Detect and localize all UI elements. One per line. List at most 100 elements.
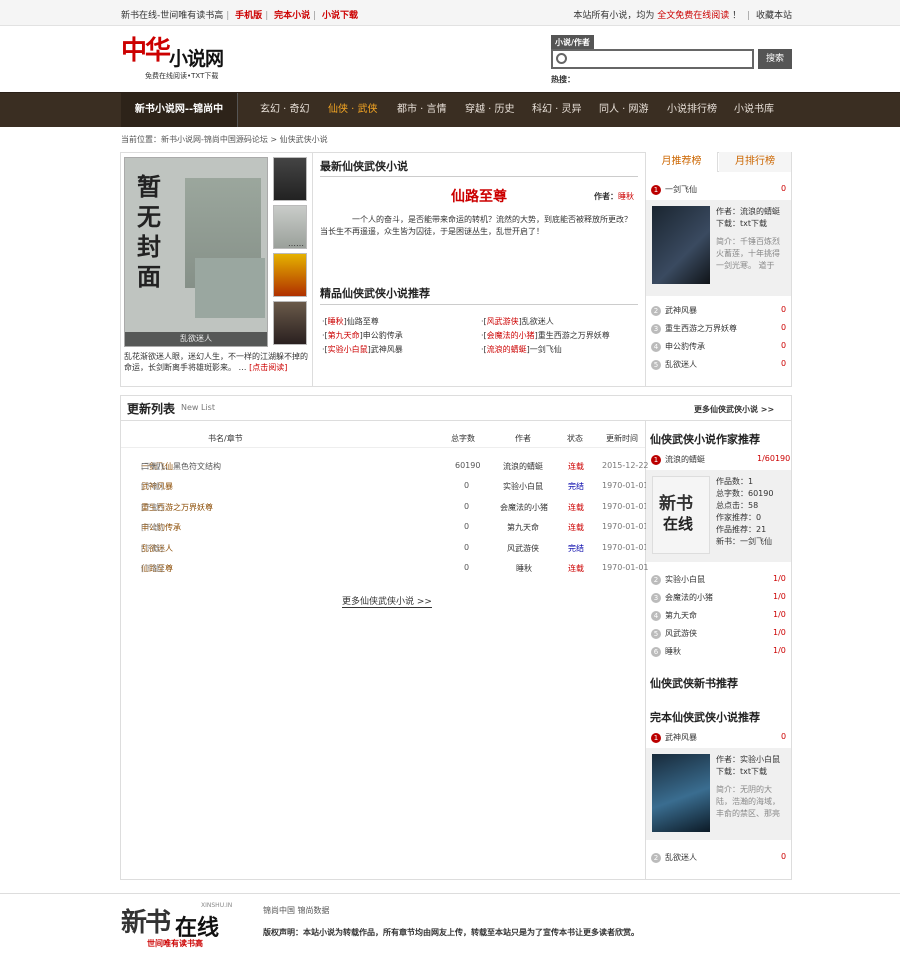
pick-item[interactable]: ·[实验小白鼠]武神风暴 (322, 344, 403, 355)
featured-cover[interactable]: 暂无封面 乱欲迷人 (124, 157, 268, 347)
search-tab[interactable]: 小说/作者 (551, 35, 594, 50)
footer-links[interactable]: 锦尚中国 锦尚数据 (263, 905, 330, 916)
latest-book-author: 作者：睡秋 (594, 192, 634, 201)
complete-book-card[interactable]: 作者：实验小白鼠 下载：txt下载 简介：无阴的大陆，浩瀚的海域，丰俞的禁区、那亮 (646, 748, 791, 840)
table-row: 重生西游之万界妖尊 [下载] 0 会魔法的小猪 连载 1970-01-01 (141, 502, 649, 512)
nav-item-urban[interactable]: 都市 · 言情 (397, 93, 447, 127)
table-row: 一剑飞仙 [下载] 二十八、黑色符文结构 60190 流浪的蜻蜓 连载 2015-… (141, 461, 649, 471)
pick-item[interactable]: ·[第九天命]申公豹传承 (322, 330, 403, 341)
header: 中华 小说网 免费在线阅读•TXT下载 小说/作者 搜索 热搜： (0, 26, 900, 92)
search-input[interactable] (551, 49, 754, 69)
monthly-rank-item[interactable]: 5 乱欲迷人 0 (651, 359, 789, 370)
thumb-4[interactable] (273, 301, 307, 345)
col-date: 更新时间 (606, 434, 638, 443)
author-rank-item[interactable]: 2 实验小白鼠 1/0 (651, 574, 789, 585)
pick-item[interactable]: ·[风武游侠]乱欲迷人 (481, 316, 554, 327)
author-card-info: 作品数：1 总字数：60190 总点击：58 作家推荐：0 作品推荐：21 新书：一剑飞仙 (716, 477, 774, 546)
more-novels-link-bottom[interactable]: 更多仙侠武侠小说 >> (342, 594, 432, 608)
notice-end: ！ (732, 11, 742, 21)
author-rank-item[interactable]: 6 睡秋 1/0 (651, 646, 789, 657)
update-list-title: 更新列表 (127, 402, 176, 416)
tab-monthly-recommend[interactable]: 月推荐榜 (646, 152, 718, 172)
main-nav: 新书小说网--锦尚中 玄幻 · 奇幻 仙侠 · 武侠 都市 · 言情 穿越 · … (0, 92, 900, 127)
author-logo-image: 新书 在线 (652, 476, 710, 554)
table-row: 乱欲迷人 [下载] 0 风武游侠 完结 1970-01-01 (141, 543, 649, 553)
col-status: 状态 (567, 434, 583, 443)
search-icon (556, 53, 567, 64)
breadcrumb: 当前位置：新书小说网-锦尚中国源码论坛 > 仙侠武侠小说 (121, 135, 328, 144)
author-card[interactable]: 新书 在线 作品数：1 总字数：60190 总点击：58 作家推荐：0 作品推荐：21 新… (646, 470, 791, 562)
complete-card-intro: 简介：无阴的大陆，浩瀚的海域，丰俞的禁区、那亮 (716, 785, 780, 818)
top-bar: 新书在线-世间唯有读书高 | 手机版 | 完本小说 | 小说下载 本站所有小说，均为 … (0, 0, 900, 26)
author-rank-item[interactable]: 3 会魔法的小猪 1/0 (651, 592, 789, 603)
footer-logo-slogan: 世间唯有读书高 (147, 939, 203, 948)
monthly-book-card[interactable]: 作者：流浪的蜻蜓 下载：txt下载 简介：千锤百炼烈火蓄莲，十年挑得一剑光寒。 道… (646, 200, 791, 296)
author-rank-item[interactable]: 5 风武游侠 1/0 (651, 628, 789, 639)
nav-item-fantasy[interactable]: 玄幻 · 奇幻 (260, 93, 310, 127)
site-slogan: 新书在线-世间唯有读书高 (121, 11, 224, 21)
pick-item[interactable]: ·[会魔法的小猪]重生西游之万界妖尊 (481, 330, 610, 341)
notice-highlight: 全文免费在线阅读 (657, 11, 730, 21)
col-author: 作者 (515, 434, 531, 443)
read-link[interactable]: [点击阅读] (249, 363, 287, 372)
footer-logo-a: 新书 (121, 908, 171, 938)
col-book: 书名/章节 (208, 434, 243, 443)
thumb-1[interactable] (273, 157, 307, 201)
complete-rank-item[interactable]: 2 乱欲迷人 0 (651, 852, 789, 863)
table-row: 武神风暴 [下载] 0 实验小白鼠 完结 1970-01-01 (141, 481, 649, 491)
search-button[interactable]: 搜索 (758, 49, 792, 69)
complete-rank-item[interactable]: 1 武神风暴 0 (651, 732, 789, 743)
book-cover-image (652, 754, 710, 832)
mobile-link[interactable]: 手机版 (235, 11, 262, 21)
update-list-title-en: New List (181, 403, 215, 412)
site-logo[interactable]: 中华 小说网 免费在线阅读•TXT下载 (121, 36, 231, 81)
nav-item-history[interactable]: 穿越 · 历史 (465, 93, 515, 127)
monthly-card-intro: 简介：千锤百炼烈火蓄莲，十年挑得一剑光寒。 道于 (716, 237, 780, 270)
nav-item-xianxia[interactable]: 仙侠 · 武侠 (328, 93, 378, 127)
hot-search-label: 热搜： (551, 75, 575, 84)
monthly-rank-item[interactable]: 3 重生西游之万界妖尊 0 (651, 323, 789, 334)
update-list-header: 更新列表 New List 更多仙侠武侠小说 >> (121, 397, 792, 421)
complete-heading: 完本仙侠武侠小说推荐 (650, 711, 760, 724)
complete-card-info: 作者：实验小白鼠 下载：txt下载 (716, 755, 780, 776)
book-cover-image (652, 206, 710, 284)
author-rank-item[interactable]: 4 第九天命 1/0 (651, 610, 789, 621)
cover-caption: 乱欲迷人 (125, 332, 267, 346)
monthly-rank-item[interactable]: 4 申公豹传承 0 (651, 341, 789, 352)
bookmark-link[interactable]: 收藏本站 (756, 11, 792, 21)
copyright-text: 版权声明：本站小说为转载作品，所有章节均由网友上传，转载至本站只是为了宣传本书让… (263, 928, 639, 937)
novel-download-link[interactable]: 小说下载 (322, 11, 358, 21)
col-words: 总字数 (451, 434, 475, 443)
nav-item-ranking[interactable]: 小说排行榜 (667, 93, 717, 127)
tab-monthly-rank[interactable]: 月排行榜 (719, 152, 791, 172)
cover-title: 暂无封面 (137, 172, 161, 291)
nav-home[interactable]: 新书小说网--锦尚中 (121, 93, 238, 127)
nav-item-library[interactable]: 小说书库 (734, 93, 774, 127)
complete-novels-link[interactable]: 完本小说 (274, 11, 310, 21)
logo-brand-red: 中华 (121, 36, 171, 66)
latest-book-title[interactable]: 仙路至尊 (320, 186, 638, 206)
footer-logo-en: XINSHU.IN (201, 902, 233, 909)
author-rank-item[interactable]: 1 流浪的蜻蜓 1/60190 (651, 454, 790, 465)
more-novels-link-top[interactable]: 更多仙侠武侠小说 >> (694, 404, 774, 415)
nav-item-scifi[interactable]: 科幻 · 灵异 (532, 93, 582, 127)
search-box: 小说/作者 搜索 热搜： (551, 35, 792, 85)
thumb-3[interactable] (273, 253, 307, 297)
monthly-card-info: 作者：流浪的蜻蜓 下载：txt下载 (716, 207, 780, 228)
pick-item[interactable]: ·[睡秋]仙路至尊 (322, 316, 379, 327)
notice-text: 本站所有小说，均为 (573, 11, 655, 21)
featured-desc-dots: … (238, 363, 247, 372)
authors-heading: 仙侠武侠小说作家推荐 (650, 433, 760, 446)
monthly-tabs: 月推荐榜 月排行榜 (646, 152, 791, 172)
nav-item-fanfic[interactable]: 同人 · 网游 (599, 93, 649, 127)
logo-subtitle: 免费在线阅读•TXT下载 (145, 72, 219, 80)
top-notice: 本站所有小说，均为 全文免费在线阅读 ！ | 收藏本站 (573, 11, 792, 21)
pick-item[interactable]: ·[流浪的蜻蜓]一剑飞仙 (481, 344, 562, 355)
newbooks-heading: 仙侠武侠新书推荐 (650, 677, 738, 690)
monthly-rank-item[interactable]: 2 武神风暴 0 (651, 305, 789, 316)
top-links: 新书在线-世间唯有读书高 | 手机版 | 完本小说 | 小说下载 (121, 11, 359, 21)
monthly-rank-item[interactable]: 1 一剑飞仙 0 (651, 184, 789, 195)
latest-heading: 最新仙侠武侠小说 (320, 160, 408, 173)
logo-brand-black: 小说网 (169, 48, 224, 70)
footer-logo[interactable]: 新书 在线 XINSHU.IN 世间唯有读书高 (121, 902, 233, 950)
